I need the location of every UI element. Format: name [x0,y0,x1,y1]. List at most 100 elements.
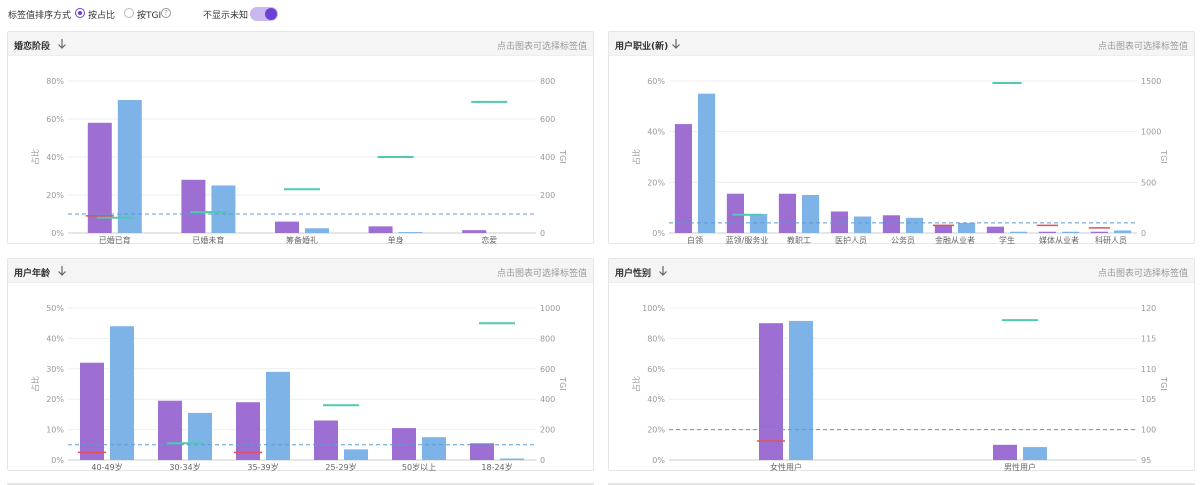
radio-ratio-label[interactable]: 按占比 [88,8,115,21]
right-tick-label: 0 [540,456,545,465]
left-tick-label: 40% [647,128,665,137]
x-tick-label: 男性用户 [1004,462,1036,472]
bar-ratio-已婚未育 [181,179,206,233]
y-axis-right-title: TGI [1159,376,1168,390]
y-axis-left-title: 占比 [631,149,641,165]
x-tick-label: 女性用户 [770,462,802,472]
x-tick-label: 已婚未育 [192,235,224,245]
y-axis-right-title: TGI [558,376,567,390]
card-header: 婚恋阶段 点击图表可选择标签值 [8,32,593,56]
bar-ratio-白领 [674,124,692,233]
sort-arrow-icon[interactable] [56,265,68,277]
bar-ratio-教职工 [778,193,796,233]
card-occupation[interactable]: 用户职业(新) 点击图表可选择标签值 0% 20% 40% 60% 0 500 1000 15… [608,31,1195,245]
right-tick-label: 100 [1141,426,1156,435]
bar-tgi-50岁以上 [422,437,446,460]
card-age[interactable]: 用户年龄 点击图表可选择标签值 0% 10% 20% 30% 40% 50% 0 200 400… [7,258,594,472]
right-tick-label: 1000 [1141,128,1161,137]
right-tick-label: 800 [540,334,555,343]
sort-arrow-icon[interactable] [670,38,682,50]
x-tick-label: 医护人员 [835,235,867,245]
card-hint: 点击图表可选择标签值 [496,269,587,279]
left-tick-label: 40% [46,334,64,343]
bar-tgi-已婚已育 [117,100,142,233]
card-hint: 点击图表可选择标签值 [496,42,587,52]
left-tick-label: 60% [647,77,665,86]
card-marital-stage[interactable]: 婚恋阶段 点击图表可选择标签值 0% 20% 40% 60% 80% 0 200 400 600… [7,31,594,245]
x-tick-label: 筹备婚礼 [286,235,318,245]
x-tick-label: 金融从业者 [935,235,975,245]
left-tick-label: 0% [51,229,64,238]
left-tick-label: 40% [647,395,665,404]
bar-ratio-筹备婚礼 [275,221,299,233]
right-tick-label: 0 [1141,229,1146,238]
left-tick-label: 20% [647,426,665,435]
x-tick-label: 已婚已育 [99,235,131,245]
right-tick-label: 0 [540,229,545,238]
bar-chart: 0% 20% 40% 60% 0 500 1000 1500 占比 TGI 白领 蓝领/服务业 教职工 医… [631,77,1168,245]
left-tick-label: 80% [647,334,665,343]
bar-ratio-18-24岁 [470,443,494,460]
sort-arrow-icon[interactable] [657,265,669,277]
card-header: 用户职业(新) 点击图表可选择标签值 [609,32,1194,56]
bar-tgi-教职工 [802,195,820,233]
bar-ratio-医护人员 [830,211,848,233]
sort-arrow-icon[interactable] [56,38,68,50]
bar-ratio-30-34岁 [158,400,182,460]
right-tick-label: 600 [540,365,555,374]
bar-tgi-医护人员 [854,216,872,233]
x-tick-label: 恋爱 [481,235,497,245]
right-tick-label: 110 [1141,365,1156,374]
radio-tgi-label[interactable]: 按TGI [137,8,161,21]
left-tick-label: 0% [652,229,665,238]
bar-tgi-女性用户 [789,320,813,460]
card-header: 用户年龄 点击图表可选择标签值 [8,259,593,283]
bar-chart: 0% 10% 20% 30% 40% 50% 0 200 400 600 800 1000 占比 TGI 4… [30,304,567,472]
bar-tgi-学生 [1010,231,1028,233]
x-tick-label: 40-49岁 [91,462,122,472]
card-title: 婚恋阶段 [14,42,51,52]
radio-ratio[interactable] [75,8,85,18]
x-tick-label: 30-34岁 [169,462,200,472]
bar-tgi-30-34岁 [188,412,212,460]
bar-ratio-25-29岁 [314,420,338,460]
hide-unknown-toggle[interactable] [250,7,278,21]
bar-tgi-金融从业者 [958,222,976,233]
x-tick-label: 学生 [999,235,1015,245]
card-hint: 点击图表可选择标签值 [1097,42,1188,52]
radio-tgi[interactable] [124,8,134,18]
bar-tgi-18-24岁 [500,458,524,460]
bar-ratio-蓝领/服务业 [726,193,744,233]
card-title: 用户性别 [615,269,652,279]
toggle-knob [265,8,277,20]
bar-ratio-40-49岁 [80,362,104,460]
bar-tgi-40-49岁 [110,326,134,460]
right-tick-label: 120 [1141,304,1156,313]
right-tick-label: 400 [540,395,555,404]
right-tick-label: 500 [1141,178,1156,187]
x-tick-label: 教职工 [787,235,811,245]
x-tick-label: 科研人员 [1095,235,1127,245]
right-tick-label: 600 [540,115,555,124]
x-tick-label: 25-29岁 [325,462,356,472]
x-tick-label: 公务员 [891,235,915,245]
x-tick-label: 35-39岁 [247,462,278,472]
left-tick-label: 30% [46,365,64,374]
sort-method-label: 标签值排序方式 [8,11,72,21]
right-tick-label: 1500 [1141,77,1161,86]
sort-toolbar: 标签值排序方式 按占比 按TGI ? 不显示未知 [0,0,1200,26]
y-axis-left-title: 占比 [30,376,40,392]
left-tick-label: 100% [642,304,665,313]
bar-ratio-50岁以上 [392,428,416,460]
left-tick-label: 60% [46,115,64,124]
left-tick-label: 50% [46,304,64,313]
card-gender[interactable]: 用户性别 点击图表可选择标签值 0% 20% 40% 60% 80% 100% 95 100 1… [608,258,1195,472]
card-title: 用户年龄 [14,269,51,279]
x-tick-label: 50岁以上 [402,462,436,472]
question-icon[interactable]: ? [161,8,171,18]
bar-tgi-男性用户 [1023,447,1047,460]
left-tick-label: 10% [46,426,64,435]
bar-tgi-筹备婚礼 [305,228,329,233]
y-axis-right-title: TGI [1159,149,1168,163]
left-tick-label: 20% [647,178,665,187]
